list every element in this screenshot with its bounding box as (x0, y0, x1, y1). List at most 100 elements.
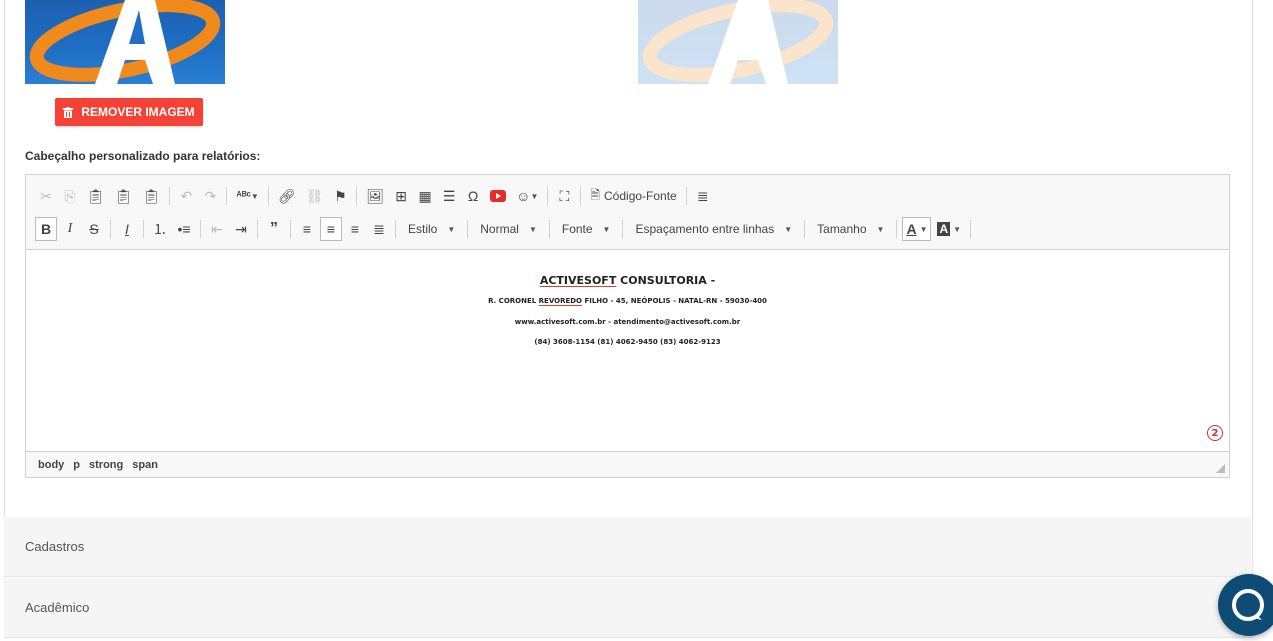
special-char-icon[interactable]: Ω (462, 184, 484, 208)
path-strong[interactable]: strong (89, 459, 123, 471)
youtube-icon[interactable] (486, 184, 510, 208)
separator (970, 220, 972, 238)
undo-icon[interactable]: ↶ (175, 184, 197, 208)
align-right-icon[interactable]: ≡ (344, 217, 366, 241)
align-center-icon[interactable]: ≡ (320, 217, 342, 241)
section-academico[interactable]: Acadêmico (4, 578, 1251, 638)
size-dropdown-label: Tamanho (817, 222, 867, 236)
chevron-down-icon: ▼ (602, 224, 611, 234)
outdent-icon[interactable]: ⇤ (206, 217, 228, 241)
numbered-list-icon[interactable]: ⒈ (149, 217, 171, 241)
path-p[interactable]: p (73, 459, 80, 471)
source-button[interactable]: 🗎︎ Código-Fonte (586, 184, 680, 208)
align-left-icon[interactable]: ≡ (296, 217, 318, 241)
chevron-down-icon: ▼ (784, 224, 793, 234)
copy-icon[interactable]: ⎘ (59, 184, 81, 208)
remove-format-button[interactable]: I (116, 217, 138, 241)
separator (200, 220, 201, 238)
italic-button[interactable]: I (59, 217, 81, 241)
bold-button[interactable]: B (35, 217, 57, 241)
address-word: REVOREDO (538, 297, 583, 305)
indent-icon[interactable]: ⇥ (230, 217, 252, 241)
bg-color-icon: A (937, 222, 951, 236)
toolbar-row-2: B I S I ⒈ •≡ ⇤ ⇥ ” ≡ ≡ ≡ ≣ Estilo ▼ Norm… (34, 216, 975, 242)
address-pre: R. CORONEL (488, 297, 539, 305)
unlink-icon[interactable]: ⛓ (302, 184, 328, 208)
chevron-down-icon: ▼ (876, 224, 885, 234)
text-color-button[interactable]: A ▼ (902, 217, 932, 241)
section-cadastros[interactable]: Cadastros (4, 517, 1251, 577)
paste-text-icon[interactable]: 📋︎ (111, 184, 137, 208)
notification-badge[interactable]: 2 (1207, 425, 1223, 441)
anchor-flag-icon[interactable]: ⚑ (329, 184, 351, 208)
paste-icon[interactable]: 📋︎ (83, 184, 109, 208)
style-dropdown-label: Estilo (408, 222, 438, 236)
toolbar-row-1: ✂ ⎘ 📋︎ 📋︎ 📋︎ ↶ ↷ ᴬᴮᶜ ▼ 🔗︎ ⛓ ⚑ 🖼︎ ⊞ ▦ ☰ Ω … (34, 183, 715, 209)
separator (267, 187, 269, 205)
cut-icon[interactable]: ✂ (35, 184, 57, 208)
separator (896, 220, 898, 238)
bulleted-list-icon[interactable]: •≡ (173, 217, 195, 241)
header-line-phones: (84) 3608-1154 (81) 4062-9450 (83) 4062-… (534, 338, 721, 346)
path-span[interactable]: span (132, 459, 158, 471)
separator (226, 187, 228, 205)
chevron-down-icon: ▼ (919, 224, 928, 234)
separator (622, 220, 624, 238)
address-post: FILHO - 45, NEÓPOLIS - NATAL-RN - 59030-… (582, 297, 767, 305)
chat-bubble-icon (1232, 589, 1264, 621)
separator (356, 187, 358, 205)
logo-image-faded (638, 0, 838, 84)
font-dropdown-label: Fonte (561, 222, 593, 236)
company-name-word: ACTIVESOFT (539, 274, 617, 287)
redo-icon[interactable]: ↷ (199, 184, 221, 208)
editor-toolbar: ✂ ⎘ 📋︎ 📋︎ 📋︎ ↶ ↷ ᴬᴮᶜ ▼ 🔗︎ ⛓ ⚑ 🖼︎ ⊞ ▦ ☰ Ω … (26, 175, 1229, 250)
separator (395, 220, 396, 238)
chat-widget-button[interactable] (1218, 574, 1273, 636)
separator (290, 220, 291, 238)
table-icon[interactable]: ▦ (414, 184, 436, 208)
flash-icon[interactable]: ⊞ (390, 184, 412, 208)
path-body[interactable]: body (38, 459, 64, 471)
separator (143, 220, 144, 238)
link-icon[interactable]: 🔗︎ (274, 184, 300, 208)
remove-image-button[interactable]: REMOVER IMAGEM (55, 98, 203, 126)
header-line-contact: www.activesoft.com.br - atendimento@acti… (514, 318, 741, 326)
source-label: Código-Fonte (604, 189, 677, 203)
paste-word-icon[interactable]: 📋︎ (139, 184, 165, 208)
company-name-rest: CONSULTORIA - (616, 274, 716, 287)
chevron-down-icon: ▼ (528, 224, 537, 234)
blockquote-icon[interactable]: ” (263, 217, 285, 241)
align-justify-icon[interactable]: ≣ (368, 217, 390, 241)
spellcheck-icon[interactable]: ᴬᴮᶜ ▼ (232, 184, 262, 208)
source-icon: 🗎︎ (590, 187, 601, 202)
separator (804, 220, 806, 238)
editor-statusbar: body p strong span (26, 451, 1229, 477)
font-dropdown[interactable]: Fonte ▼ (554, 217, 619, 241)
text-color-icon: A (906, 221, 917, 237)
size-dropdown[interactable]: Tamanho ▼ (809, 217, 892, 241)
separator (685, 187, 687, 205)
line-spacing-dropdown-label: Espaçamento entre linhas (635, 222, 775, 236)
blocks-icon[interactable]: ≣ (692, 184, 714, 208)
style-dropdown[interactable]: Estilo ▼ (400, 217, 463, 241)
bg-color-button[interactable]: A ▼ (933, 217, 965, 241)
editor-content[interactable]: ACTIVESOFT CONSULTORIA - R. CORONEL REVO… (26, 250, 1229, 450)
rich-text-editor: ✂ ⎘ 📋︎ 📋︎ 📋︎ ↶ ↷ ᴬᴮᶜ ▼ 🔗︎ ⛓ ⚑ 🖼︎ ⊞ ▦ ☰ Ω … (25, 174, 1230, 478)
emoji-icon[interactable]: ☺ ▼ (512, 184, 542, 208)
logo-image (25, 0, 225, 84)
strike-button[interactable]: S (83, 217, 105, 241)
separator (580, 187, 582, 205)
separator (467, 220, 469, 238)
format-dropdown-label: Normal (480, 222, 519, 236)
header-line-company: ACTIVESOFT CONSULTORIA - (26, 274, 1229, 287)
separator (547, 187, 549, 205)
remove-image-label: REMOVER IMAGEM (81, 105, 195, 119)
resize-handle[interactable] (1216, 464, 1225, 473)
line-spacing-dropdown[interactable]: Espaçamento entre linhas ▼ (627, 217, 800, 241)
horizontal-line-icon[interactable]: ☰ (438, 184, 460, 208)
header-field-label: Cabeçalho personalizado para relatórios: (25, 149, 261, 163)
maximize-icon[interactable]: ⛶ (553, 184, 575, 208)
separator (257, 220, 258, 238)
format-dropdown[interactable]: Normal ▼ (472, 217, 545, 241)
image-icon[interactable]: 🖼︎ (362, 184, 388, 208)
